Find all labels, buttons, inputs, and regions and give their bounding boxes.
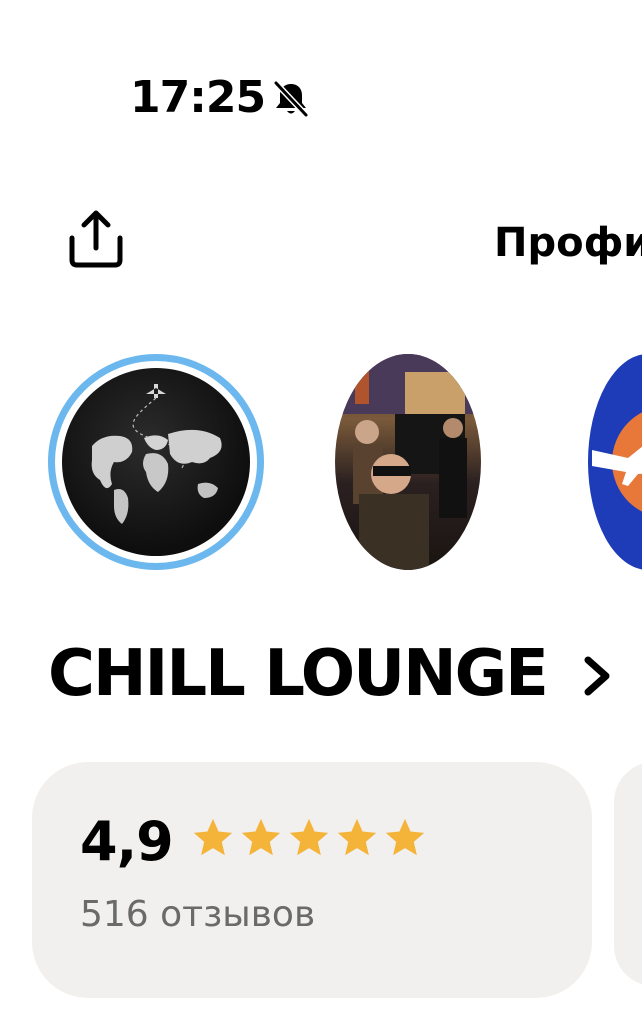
place-title[interactable]: CHILL LOUNGE [48, 634, 549, 714]
rating-stars [190, 814, 428, 864]
star-icon [337, 818, 377, 856]
header-title: Профи [494, 220, 642, 266]
world-map-icon [91, 384, 222, 524]
screen: 17:25 Профи CHILL LOUNGE 4,9 516 отзывов [0, 0, 642, 1017]
next-card[interactable] [614, 762, 642, 986]
chevron-right-icon[interactable] [582, 654, 614, 698]
story-photo[interactable] [335, 354, 481, 570]
star-icon [193, 818, 233, 856]
rating-card[interactable] [32, 762, 592, 998]
bell-slash-icon [273, 80, 309, 118]
reviews-count[interactable]: 516 отзывов [80, 892, 315, 938]
rating-value: 4,9 [80, 810, 174, 873]
star-icon [241, 818, 281, 856]
world-map-image [62, 368, 250, 556]
status-time: 17:25 [130, 72, 266, 123]
star-icon [289, 818, 329, 856]
star-icon [385, 818, 425, 856]
story-airline[interactable] [588, 354, 642, 570]
airline-logo-icon [592, 412, 642, 512]
photo-image [335, 354, 481, 570]
share-icon[interactable] [66, 208, 126, 270]
story-world-map[interactable] [48, 354, 264, 570]
